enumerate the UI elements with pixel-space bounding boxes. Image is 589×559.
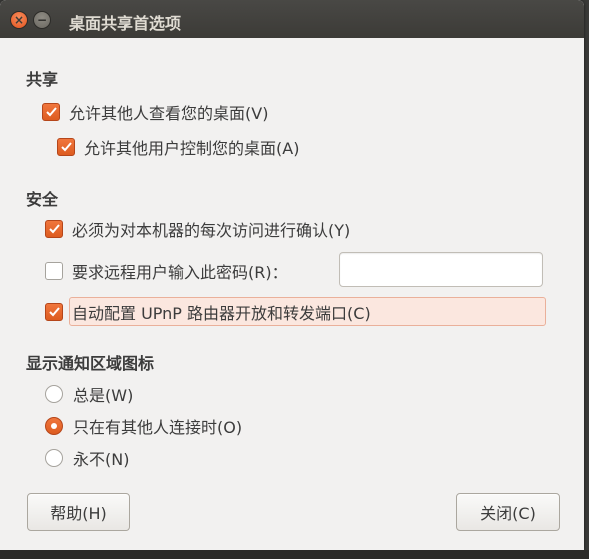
checkbox-checked-icon[interactable] <box>42 103 60 121</box>
confirm-access-checkbox[interactable]: 必须为对本机器的每次访问进行确认(Y) <box>45 218 350 240</box>
notification-heading: 显示通知区域图标 <box>26 354 155 373</box>
close-window-icon[interactable]: × <box>10 11 28 29</box>
checkbox-checked-icon[interactable] <box>45 220 63 238</box>
confirm-access-label: 必须为对本机器的每次访问进行确认(Y) <box>72 221 351 240</box>
allow-view-checkbox[interactable]: 允许其他人查看您的桌面(V) <box>42 101 268 123</box>
upnp-label: 自动配置 UPnP 路由器开放和转发端口(C) <box>72 304 371 323</box>
checkbox-checked-icon[interactable] <box>45 303 63 321</box>
radio-selected-icon[interactable] <box>45 417 63 435</box>
radio-only-when-connected-label: 只在有其他人连接时(O) <box>73 418 243 437</box>
radio-unselected-icon[interactable] <box>45 385 63 403</box>
help-button[interactable]: 帮助(H) <box>27 493 130 531</box>
desktop-background <box>0 550 589 559</box>
checkbox-checked-icon[interactable] <box>57 138 75 156</box>
radio-always[interactable]: 总是(W) <box>45 383 133 405</box>
require-password-label: 要求远程用户输入此密码(R)： <box>72 263 288 282</box>
radio-never-label: 永不(N) <box>73 450 130 469</box>
security-heading: 安全 <box>26 190 59 209</box>
allow-control-label: 允许其他用户控制您的桌面(A) <box>84 139 300 158</box>
upnp-checkbox[interactable]: 自动配置 UPnP 路由器开放和转发端口(C) <box>45 301 371 323</box>
password-input[interactable] <box>339 252 543 287</box>
radio-unselected-icon[interactable] <box>45 449 63 467</box>
allow-view-label: 允许其他人查看您的桌面(V) <box>69 104 269 123</box>
radio-never[interactable]: 永不(N) <box>45 447 129 469</box>
title-bar[interactable]: × − 桌面共享首选项 <box>0 0 584 38</box>
preferences-window: × − 桌面共享首选项 共享 允许其他人查看您的桌面(V) 允许其他用户控制您的… <box>0 0 584 550</box>
require-password-checkbox[interactable]: 要求远程用户输入此密码(R)： <box>45 260 288 282</box>
radio-only-when-connected[interactable]: 只在有其他人连接时(O) <box>45 415 242 437</box>
allow-control-checkbox[interactable]: 允许其他用户控制您的桌面(A) <box>57 136 299 158</box>
sharing-heading: 共享 <box>26 70 59 89</box>
close-button[interactable]: 关闭(C) <box>456 493 560 531</box>
window-title: 桌面共享首选项 <box>69 14 182 33</box>
checkbox-unchecked-icon[interactable] <box>45 262 63 280</box>
minimize-window-icon[interactable]: − <box>33 11 51 29</box>
radio-always-label: 总是(W) <box>73 386 134 405</box>
